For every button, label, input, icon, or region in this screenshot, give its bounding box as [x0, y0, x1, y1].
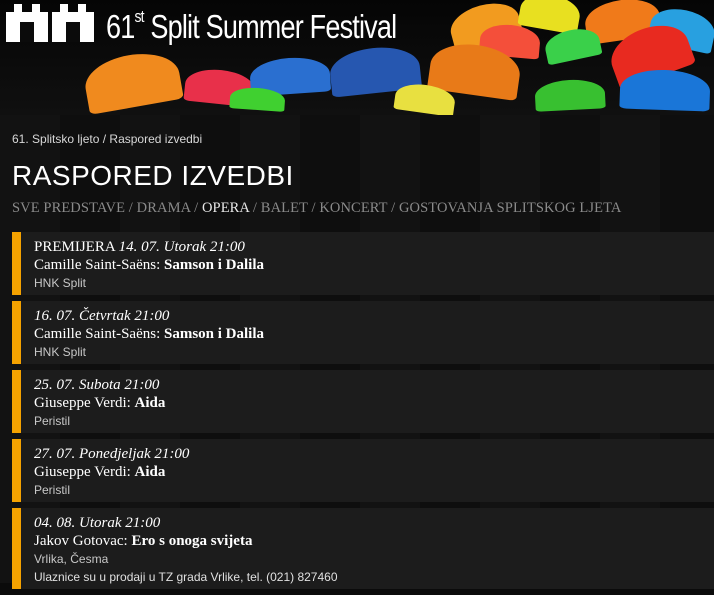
event-work: Giuseppe Verdi: Aida: [34, 394, 714, 412]
filter-separator: /: [190, 200, 202, 216]
event-item[interactable]: 27. 07. Ponedjeljak 21:00 Giuseppe Verdi:…: [12, 439, 714, 502]
filter-opera[interactable]: OPERA: [202, 200, 249, 216]
breadcrumb-current: Raspored izvedbi: [109, 132, 203, 146]
filter-separator: /: [125, 200, 137, 216]
event-composer: Jakov Gotovac:: [34, 533, 132, 549]
filter-koncert[interactable]: KONCERT: [319, 200, 387, 216]
breadcrumb-separator: /: [99, 132, 110, 146]
page-title: RASPORED IZVEDBI: [12, 160, 294, 191]
event-item[interactable]: PREMIJERA 14. 07. Utorak 21:00 Camille Sa…: [12, 232, 714, 295]
umbrella-decoration: [534, 78, 606, 112]
festival-title: 61st Split Summer Festival: [106, 7, 397, 45]
premiere-label: PREMIJERA: [34, 239, 119, 255]
event-date: 16. 07. Četvrtak 21:00: [34, 308, 170, 324]
filter-drama[interactable]: DRAMA: [137, 200, 191, 216]
festival-logo: [6, 4, 94, 42]
event-date: 25. 07. Subota 21:00: [34, 377, 160, 393]
breadcrumb: 61. Splitsko ljeto / Raspored izvedbi: [12, 132, 202, 146]
umbrella-decoration: [619, 68, 711, 112]
event-date: 14. 07. Utorak 21:00: [118, 239, 245, 255]
event-datetime: 25. 07. Subota 21:00: [34, 376, 714, 394]
event-datetime: 27. 07. Ponedjeljak 21:00: [34, 445, 714, 463]
event-work: Jakov Gotovac: Ero s onoga svijeta: [34, 532, 714, 550]
event-datetime: 04. 08. Utorak 21:00: [34, 514, 714, 532]
event-title-link[interactable]: Ero s onoga svijeta: [131, 533, 252, 549]
event-item[interactable]: 25. 07. Subota 21:00 Giuseppe Verdi: Aida…: [12, 370, 714, 433]
event-venue: HNK Split: [34, 276, 87, 290]
event-work: Giuseppe Verdi: Aida: [34, 463, 714, 481]
filter-gostovanja-splitskog-ljeta[interactable]: GOSTOVANJA SPLITSKOG LJETA: [399, 200, 621, 216]
event-item[interactable]: 04. 08. Utorak 21:00 Jakov Gotovac: Ero s…: [12, 508, 714, 589]
event-venue: Vrlika, Česma: [34, 552, 109, 566]
event-datetime: PREMIJERA 14. 07. Utorak 21:00: [34, 238, 714, 256]
event-title-link[interactable]: Samson i Dalila: [164, 257, 264, 273]
breadcrumb-home-link[interactable]: 61. Splitsko ljeto: [12, 132, 99, 146]
event-title-link[interactable]: Aida: [135, 395, 166, 411]
event-work: Camille Saint-Saëns: Samson i Dalila: [34, 256, 714, 274]
event-venue: Peristil: [34, 483, 71, 497]
event-date: 04. 08. Utorak 21:00: [34, 515, 161, 531]
umbrella-decoration: [81, 47, 184, 115]
event-list: PREMIJERA 14. 07. Utorak 21:00 Camille Sa…: [12, 232, 714, 595]
event-venue: HNK Split: [34, 345, 87, 359]
filter-separator: /: [249, 200, 261, 216]
filter-sve-predstave[interactable]: SVE PREDSTAVE: [12, 200, 125, 216]
event-title-link[interactable]: Samson i Dalila: [164, 326, 264, 342]
filter-separator: /: [387, 200, 399, 216]
event-composer: Giuseppe Verdi:: [34, 395, 135, 411]
event-datetime: 16. 07. Četvrtak 21:00: [34, 307, 714, 325]
event-composer: Camille Saint-Saëns:: [34, 257, 164, 273]
event-composer: Giuseppe Verdi:: [34, 464, 135, 480]
event-composer: Camille Saint-Saëns:: [34, 326, 164, 342]
event-item[interactable]: 16. 07. Četvrtak 21:00 Camille Saint-Saën…: [12, 301, 714, 364]
category-filter-nav: SVE PREDSTAVE / DRAMA / OPERA / BALET / …: [12, 200, 621, 217]
filter-balet[interactable]: BALET: [261, 200, 308, 216]
event-venue: Peristil: [34, 414, 71, 428]
header-banner: 61st Split Summer Festival: [0, 0, 714, 115]
event-date: 27. 07. Ponedjeljak 21:00: [34, 446, 190, 462]
filter-separator: /: [307, 200, 320, 216]
event-title-link[interactable]: Aida: [135, 464, 166, 480]
event-work: Camille Saint-Saëns: Samson i Dalila: [34, 325, 714, 343]
